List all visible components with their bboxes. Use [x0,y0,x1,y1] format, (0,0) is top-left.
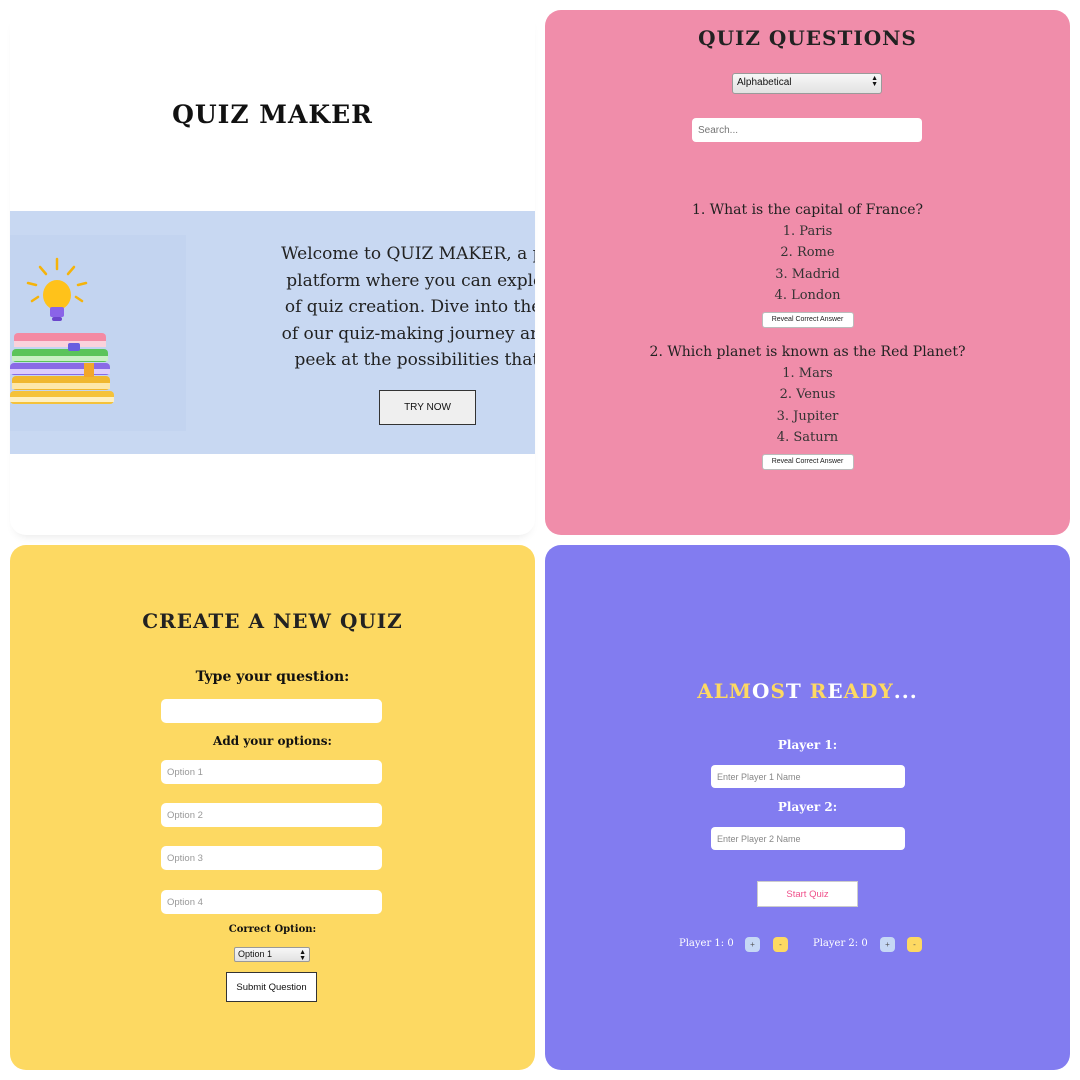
player-2-label: Player 2: [777,800,838,814]
option-3-input[interactable]: Option 3 [161,846,382,870]
title-letter: . [901,679,910,703]
title-letter: Y [878,679,894,703]
option-item: 3. Jupiter [776,408,839,424]
title-letter: E [827,679,844,703]
app-title: QUIZ MAKER [172,100,373,129]
option-2-input[interactable]: Option 2 [161,803,382,827]
score-value: 0 [861,938,868,949]
title-letter: R [809,679,828,703]
score-value: 0 [727,938,734,949]
questions-panel: QUIZ QUESTIONS Alphabetical ▲▼ 1. What i… [545,10,1070,535]
intro-line: of quiz creation. Dive into the ear [284,297,535,317]
questions-title: QUIZ QUESTIONS [698,26,917,50]
title-letter: L [713,679,729,703]
title-letter: . [909,679,918,703]
option-item: 1. Mars [782,366,833,381]
options-label: Add your options: [213,734,332,748]
books-lightbulb-image [10,235,186,431]
option-item: 1. Paris [782,224,833,239]
question-card: 1. What is the capital of France? 1. Par… [545,200,1070,329]
players-panel: ALMOST READY... Player 1: Enter Player 1… [545,545,1070,1070]
intro-line: Welcome to QUIZ MAKER, a proto [281,244,535,264]
correct-option-value: Option 1 [238,949,273,959]
title-letter: A [843,679,861,703]
sort-select-value: Alphabetical [737,77,792,88]
option-item: 2. Venus [779,387,836,403]
option-item: 4. Saturn [776,429,839,445]
try-now-button[interactable]: TRY NOW [379,390,476,425]
player-2-minus-button[interactable]: - [907,937,922,952]
sort-select[interactable]: Alphabetical ▲ ▼ [732,73,882,94]
score-label: Player 2: [813,938,859,949]
correct-option-label: Correct Option: [228,924,317,935]
question-text: 2. Which planet is known as the Red Plan… [649,344,966,360]
player-1-plus-button[interactable]: + [745,937,760,952]
hero-banner: Welcome to QUIZ MAKER, a proto platform … [10,211,535,454]
option-item: 4. London [774,287,841,303]
submit-question-button[interactable]: Submit Question [226,972,317,1002]
player-1-score: Player 1: 0 [679,938,734,949]
title-letter: . [893,679,902,703]
title-letter: D [860,679,879,703]
question-input[interactable] [161,699,382,723]
intro-line: platform where you can explore t [286,270,535,291]
intro-line: of our quiz-making journey and ge [281,323,535,344]
option-1-input[interactable]: Option 1 [161,760,382,784]
player-2-plus-button[interactable]: + [880,937,895,952]
select-arrows-icon: ▲ ▼ [299,949,306,962]
question-card: 2. Which planet is known as the Red Plan… [545,342,1070,471]
hero-panel: QUIZ MAKER Welcome to QUIZ MAKER, a plat… [10,10,535,535]
start-quiz-button[interactable]: Start Quiz [757,881,858,907]
title-letter: M [728,679,753,703]
hero-intro: Welcome to QUIZ MAKER, a proto platform … [220,241,535,374]
player-2-score: Player 2: 0 [813,938,868,949]
title-letter: S [770,679,786,703]
correct-option-select[interactable]: Option 1 ▲ ▼ [234,947,310,962]
player-2-input[interactable]: Enter Player 2 Name [711,827,905,850]
question-label: Type your question: [195,669,350,685]
player-1-label: Player 1: [777,738,838,752]
option-item: 3. Madrid [775,266,840,282]
player-1-input[interactable]: Enter Player 1 Name [711,765,905,788]
title-letter: A [697,679,714,703]
create-title: CREATE A NEW QUIZ [142,609,403,633]
ready-title: ALMOST READY... [545,679,1070,703]
reveal-answer-button[interactable]: Reveal Correct Answer [761,454,854,471]
score-label: Player 1: [679,938,725,949]
create-quiz-panel: CREATE A NEW QUIZ Type your question: Ad… [10,545,535,1070]
title-letter: O [752,679,771,703]
intro-line: peek at the possibilities that lie [294,350,535,370]
question-text: 1. What is the capital of France? [691,202,924,218]
reveal-answer-button[interactable]: Reveal Correct Answer [761,312,854,329]
title-letter: T [785,679,802,703]
player-1-minus-button[interactable]: - [773,937,788,952]
search-input[interactable] [692,118,922,142]
option-4-input[interactable]: Option 4 [161,890,382,914]
option-item: 2. Rome [780,245,835,261]
title-letter [802,679,810,703]
select-arrows-icon: ▲ ▼ [871,75,878,88]
